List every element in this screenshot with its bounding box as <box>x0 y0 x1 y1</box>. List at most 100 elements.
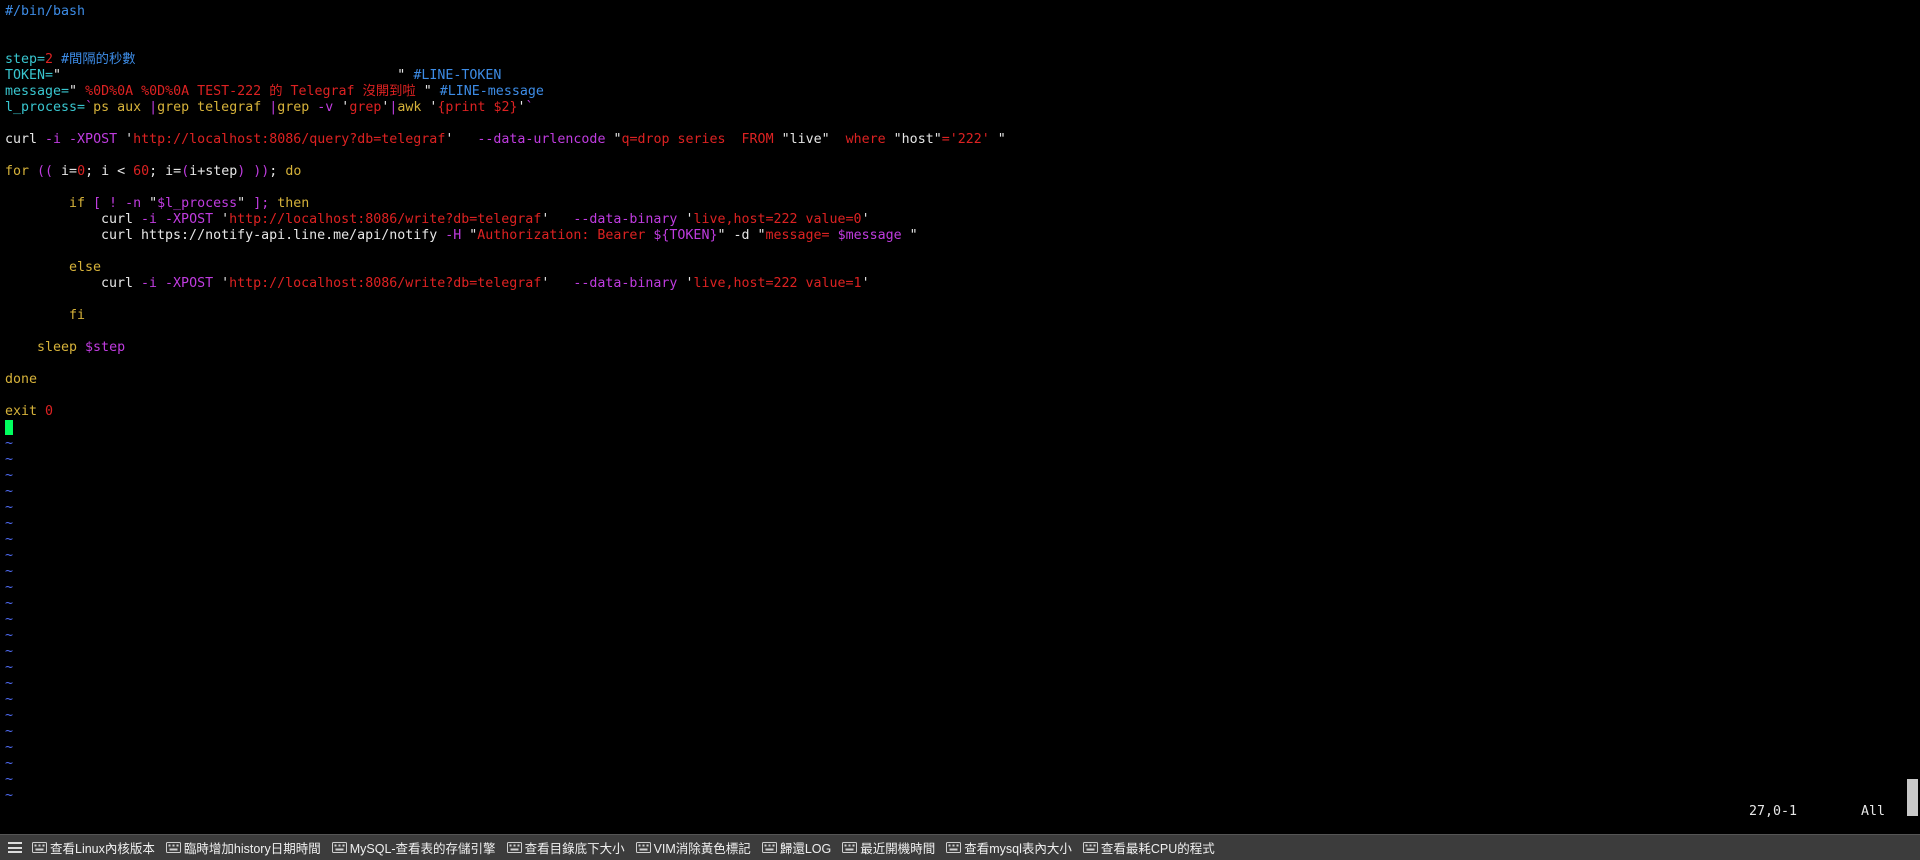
code-token: step= <box>5 52 46 67</box>
empty-line-marker: ~ <box>5 548 14 563</box>
code-token: #間隔的秒數 <box>53 52 136 67</box>
code-token: awk <box>397 100 430 115</box>
code-token: done <box>5 372 38 387</box>
keyboard-icon <box>761 842 777 853</box>
quick-command-button[interactable]: 臨時增加history日期時間 <box>165 838 321 857</box>
empty-line-marker: ~ <box>5 436 14 451</box>
quick-command-label: 查看最耗CPU的程式 <box>1100 842 1215 856</box>
code-line: for (( i=0; i < 60; i=(i+step) )); do <box>5 164 301 180</box>
code-token: q=drop series FROM <box>621 132 782 147</box>
quick-command-button[interactable]: VIM消除黃色標記 <box>635 838 751 857</box>
code-line: sleep $step <box>5 340 125 356</box>
empty-line-marker: ~ <box>5 596 14 611</box>
code-token: " <box>149 196 158 211</box>
keyboard-icon <box>165 842 181 853</box>
empty-line-marker: ~ <box>5 516 14 531</box>
quick-command-button[interactable]: MySQL-查看表的存儲引擎 <box>331 838 496 857</box>
code-token: ]; <box>245 196 278 211</box>
code-token: curl https://notify-api.line.me/api/noti… <box>101 228 446 243</box>
empty-line-marker: ~ <box>5 612 14 627</box>
code-token: http://localhost:8086/write?db=telegraf <box>229 212 542 227</box>
code-token: do <box>285 164 302 179</box>
empty-line-marker: ~ <box>5 724 14 739</box>
code-line: else <box>5 260 101 276</box>
code-token: if <box>69 196 94 211</box>
code-token: ='222' <box>941 132 998 147</box>
quick-command-button[interactable]: 歸還LOG <box>761 838 832 857</box>
code-token: curl <box>5 132 46 147</box>
code-token: exit <box>5 404 46 419</box>
code-token: -d <box>725 228 758 243</box>
code-token: TOKEN= <box>5 68 54 83</box>
code-token: ' <box>861 276 870 291</box>
keyboard-icon <box>32 842 47 853</box>
code-token: | <box>149 100 158 115</box>
keyboard-icon <box>946 842 962 853</box>
code-token: " <box>997 132 1006 147</box>
code-token: ' <box>221 276 230 291</box>
code-token: then <box>277 196 310 211</box>
vim-editor[interactable]: #/bin/bash step=2 #間隔的秒數 TOKEN=" " #LINE-T… <box>0 0 1900 834</box>
keyboard-icon <box>842 842 858 853</box>
code-token: 0 <box>45 404 54 419</box>
quick-command-button[interactable]: 查看mysql表內大小 <box>946 838 1072 857</box>
empty-line-marker: ~ <box>5 628 14 643</box>
quick-command-label: 最近開機時間 <box>860 842 936 856</box>
code-token: fi <box>69 308 86 323</box>
code-token: where <box>829 132 894 147</box>
menu-icon[interactable] <box>8 842 22 853</box>
code-token: " <box>53 68 62 83</box>
quick-command-label: 查看mysql表內大小 <box>964 842 1072 856</box>
code-token: 60 <box>133 164 150 179</box>
code-token: "host" <box>893 132 942 147</box>
code-token: -v <box>317 100 342 115</box>
quick-command-button[interactable]: 最近開機時間 <box>842 838 935 857</box>
code-token: $step <box>85 340 126 355</box>
code-token: l_process= <box>5 100 86 115</box>
code-token: " <box>757 228 766 243</box>
code-token: curl <box>101 212 142 227</box>
code-line: curl -i -XPOST 'http://localhost:8086/qu… <box>5 132 1006 148</box>
code-token: live,host=222 value=0 <box>693 212 862 227</box>
code-token: %0D%0A %0D%0A TEST-222 的 Telegraf 沒開到啦 <box>77 84 424 99</box>
quick-command-label: 臨時增加history日期時間 <box>183 842 321 856</box>
empty-line-marker: ~ <box>5 740 14 755</box>
empty-line-marker: ~ <box>5 756 14 771</box>
code-token: " <box>423 84 432 99</box>
code-token: {print $2} <box>437 100 518 115</box>
code-token: "live" <box>781 132 830 147</box>
empty-line-marker: ~ <box>5 564 14 579</box>
code-token: 2 <box>45 52 54 67</box>
code-token: ' <box>221 212 230 227</box>
quick-commands-bar: 查看Linux內核版本 臨時增加history日期時間 MySQL-查看表的存儲引擎… <box>0 834 1920 860</box>
quick-command-button[interactable]: 查看最耗CPU的程式 <box>1082 838 1215 857</box>
empty-line-marker: ~ <box>5 484 14 499</box>
code-token: --data-urlencode <box>453 132 614 147</box>
code-token: -i -XPOST <box>141 212 222 227</box>
code-token: " <box>901 228 918 243</box>
quick-command-button[interactable]: 查看Linux內核版本 <box>32 838 155 857</box>
quick-command-label: 歸還LOG <box>779 842 832 856</box>
cursor-position: 27,0-1 <box>1749 804 1798 819</box>
code-token: ; <box>269 164 286 179</box>
code-token: grep <box>349 100 382 115</box>
empty-line-marker: ~ <box>5 772 14 787</box>
code-line: step=2 #間隔的秒數 <box>5 52 136 68</box>
empty-line-marker: ~ <box>5 452 14 467</box>
code-token: 0 <box>77 164 86 179</box>
code-token: else <box>69 260 102 275</box>
empty-line-marker: ~ <box>5 468 14 483</box>
code-token: -H <box>445 228 470 243</box>
code-token: -i -XPOST <box>45 132 126 147</box>
code-line: if [ ! -n "$l_process" ]; then <box>5 196 309 212</box>
scrollbar-track[interactable] <box>1904 0 1920 834</box>
scrollbar-thumb[interactable] <box>1907 779 1918 816</box>
code-token: (( <box>37 164 54 179</box>
code-token: ( <box>181 164 190 179</box>
code-token: i+step <box>189 164 238 179</box>
quick-command-button[interactable]: 查看目錄底下大小 <box>506 838 625 857</box>
code-token: Authorization: Bearer <box>477 228 654 243</box>
keyboard-icon <box>1082 842 1098 853</box>
code-token: )) <box>253 164 270 179</box>
empty-line-marker: ~ <box>5 708 14 723</box>
